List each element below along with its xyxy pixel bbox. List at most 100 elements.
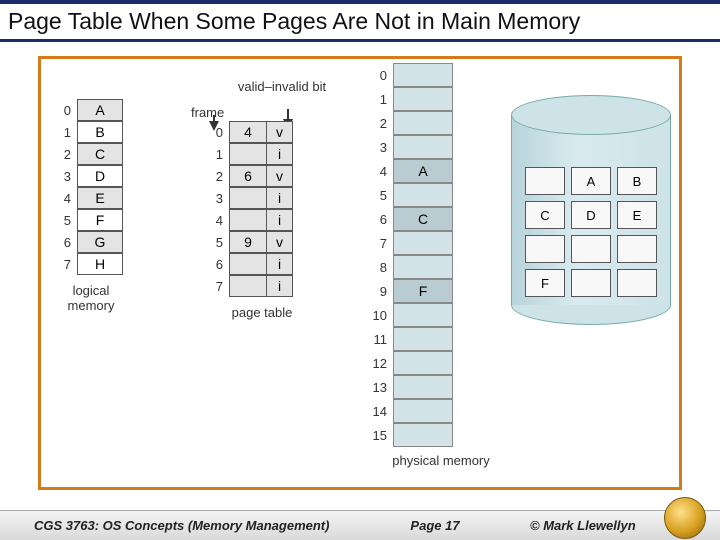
row-index: 7 — [59, 257, 77, 272]
row-index: 3 — [211, 191, 229, 206]
row-index: 0 — [211, 125, 229, 140]
row-index: 1 — [59, 125, 77, 140]
physical-frame-row: 1 — [371, 87, 453, 111]
frame-content-cell: A — [393, 159, 453, 183]
physical-frame-row: 6C — [371, 207, 453, 231]
frame-content-cell — [393, 231, 453, 255]
row-index: 7 — [211, 279, 229, 294]
logical-memory-row: 0A — [59, 99, 123, 121]
footer-course: CGS 3763: OS Concepts (Memory Management… — [0, 518, 360, 533]
disk-slot — [617, 269, 657, 297]
frame-content-cell: F — [393, 279, 453, 303]
frame-content-cell — [393, 135, 453, 159]
frame-header-label: frame — [191, 105, 224, 120]
physical-frame-row: 13 — [371, 375, 453, 399]
page-cell: F — [77, 209, 123, 231]
page-cell: D — [77, 165, 123, 187]
logical-memory-row: 6G — [59, 231, 123, 253]
logical-memory-row: 1B — [59, 121, 123, 143]
page-cell: C — [77, 143, 123, 165]
diagram-container: 0A1B2C3D4E5F6G7H logical memory frame va… — [38, 56, 682, 490]
row-index: 6 — [211, 257, 229, 272]
frame-content-cell — [393, 327, 453, 351]
disk-slot — [525, 167, 565, 195]
physical-frame-row: 2 — [371, 111, 453, 135]
physical-memory-caption: physical memory — [381, 453, 501, 468]
row-index: 2 — [211, 169, 229, 184]
valid-bit-cell: i — [267, 143, 293, 165]
frame-index: 13 — [371, 380, 393, 395]
physical-frame-row: 15 — [371, 423, 453, 447]
disk-slot: D — [571, 201, 611, 229]
frame-number-cell: 6 — [229, 165, 267, 187]
frame-content-cell — [393, 423, 453, 447]
physical-frame-row: 12 — [371, 351, 453, 375]
page-table-row: 1i — [211, 143, 293, 165]
frame-index: 1 — [371, 92, 393, 107]
disk-slot-grid: AB CDE F — [525, 167, 657, 297]
logical-memory-row: 5F — [59, 209, 123, 231]
page-table-row: 04v — [211, 121, 293, 143]
row-index: 5 — [59, 213, 77, 228]
row-index: 4 — [211, 213, 229, 228]
frame-number-cell: 4 — [229, 121, 267, 143]
page-cell: E — [77, 187, 123, 209]
slide-footer: CGS 3763: OS Concepts (Memory Management… — [0, 510, 720, 540]
logical-memory-row: 7H — [59, 253, 123, 275]
slide-title: Page Table When Some Pages Are Not in Ma… — [0, 0, 720, 42]
valid-bit-cell: v — [267, 121, 293, 143]
disk-slot: C — [525, 201, 565, 229]
institution-logo-icon — [664, 497, 706, 539]
page-table-row: 6i — [211, 253, 293, 275]
frame-index: 14 — [371, 404, 393, 419]
frame-index: 4 — [371, 164, 393, 179]
frame-index: 3 — [371, 140, 393, 155]
disk-slot: E — [617, 201, 657, 229]
physical-frame-row: 7 — [371, 231, 453, 255]
disk-slot: B — [617, 167, 657, 195]
frame-content-cell: C — [393, 207, 453, 231]
frame-index: 11 — [371, 332, 393, 347]
valid-bit-cell: i — [267, 187, 293, 209]
logical-memory-row: 2C — [59, 143, 123, 165]
page-cell: G — [77, 231, 123, 253]
disk-storage: AB CDE F — [511, 95, 671, 325]
frame-content-cell — [393, 399, 453, 423]
row-index: 0 — [59, 103, 77, 118]
physical-frame-row: 11 — [371, 327, 453, 351]
row-index: 5 — [211, 235, 229, 250]
frame-index: 2 — [371, 116, 393, 131]
frame-number-cell: 9 — [229, 231, 267, 253]
disk-slot — [617, 235, 657, 263]
logical-memory-table: 0A1B2C3D4E5F6G7H — [59, 99, 123, 275]
frame-content-cell — [393, 63, 453, 87]
disk-slot: F — [525, 269, 565, 297]
frame-index: 10 — [371, 308, 393, 323]
frame-number-cell — [229, 253, 267, 275]
physical-frame-row: 5 — [371, 183, 453, 207]
logical-memory-row: 4E — [59, 187, 123, 209]
row-index: 6 — [59, 235, 77, 250]
frame-content-cell — [393, 375, 453, 399]
row-index: 4 — [59, 191, 77, 206]
frame-number-cell — [229, 209, 267, 231]
frame-content-cell — [393, 351, 453, 375]
frame-index: 7 — [371, 236, 393, 251]
frame-number-cell — [229, 275, 267, 297]
footer-page: Page 17 — [360, 518, 510, 533]
physical-frame-row: 10 — [371, 303, 453, 327]
disk-slot: A — [571, 167, 611, 195]
row-index: 3 — [59, 169, 77, 184]
page-cell: H — [77, 253, 123, 275]
frame-index: 0 — [371, 68, 393, 83]
disk-slot — [571, 235, 611, 263]
page-cell: B — [77, 121, 123, 143]
row-index: 1 — [211, 147, 229, 162]
disk-slot — [525, 235, 565, 263]
frame-index: 9 — [371, 284, 393, 299]
physical-frame-row: 3 — [371, 135, 453, 159]
physical-frame-row: 4A — [371, 159, 453, 183]
physical-frame-row: 9F — [371, 279, 453, 303]
page-table-caption: page table — [217, 305, 307, 320]
frame-content-cell — [393, 255, 453, 279]
